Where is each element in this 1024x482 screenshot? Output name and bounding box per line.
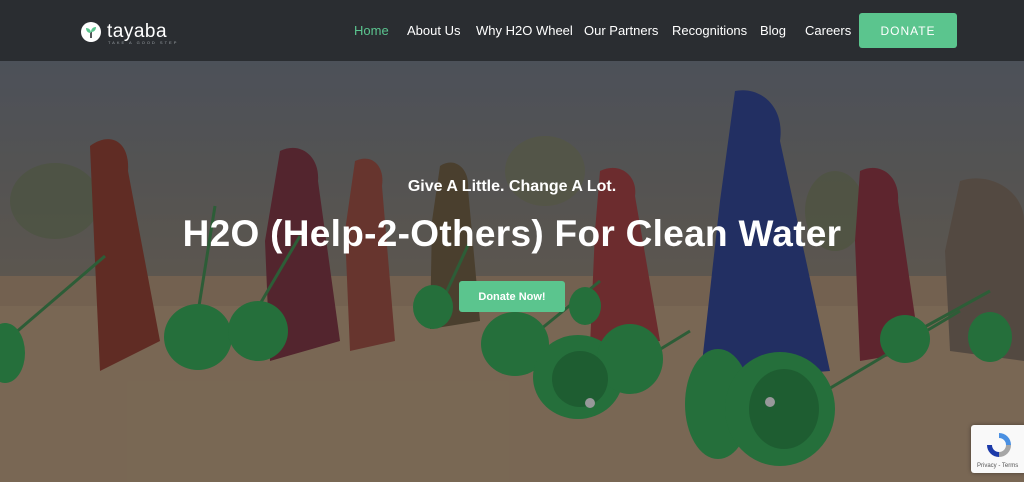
nav-item-recognitions[interactable]: Recognitions (672, 22, 747, 39)
nav-item-careers[interactable]: Careers (805, 22, 851, 39)
hero-section: Give A Little. Change A Lot. H2O (Help-2… (0, 61, 1024, 482)
hero-title: H2O (Help-2-Others) For Clean Water (182, 213, 842, 254)
hero-subtitle: Give A Little. Change A Lot. (407, 178, 617, 195)
recaptcha-badge[interactable]: Privacy - Terms (971, 425, 1024, 473)
recaptcha-icon (987, 433, 1011, 457)
donate-now-button[interactable]: Donate Now! (459, 281, 565, 312)
nav-item-blog[interactable]: Blog (760, 22, 786, 39)
nav-item-home[interactable]: Home (354, 22, 389, 39)
donate-button[interactable]: DONATE (859, 13, 957, 48)
hero-overlay (0, 61, 1024, 482)
recaptcha-links[interactable]: Privacy - Terms (977, 463, 1018, 469)
nav-item-about-us[interactable]: About Us (407, 22, 460, 39)
brand-name: tayaba (107, 21, 168, 42)
nav-item-our-partners[interactable]: Our Partners (584, 22, 658, 39)
site-header: tayaba TAKE A GOOD STEP Home About Us Wh… (0, 0, 1024, 61)
brand-logo[interactable]: tayaba TAKE A GOOD STEP (81, 20, 176, 45)
sprout-icon (81, 22, 101, 42)
brand-tagline: TAKE A GOOD STEP (108, 40, 179, 45)
nav-item-why-h2o-wheel[interactable]: Why H2O Wheel (476, 22, 573, 39)
